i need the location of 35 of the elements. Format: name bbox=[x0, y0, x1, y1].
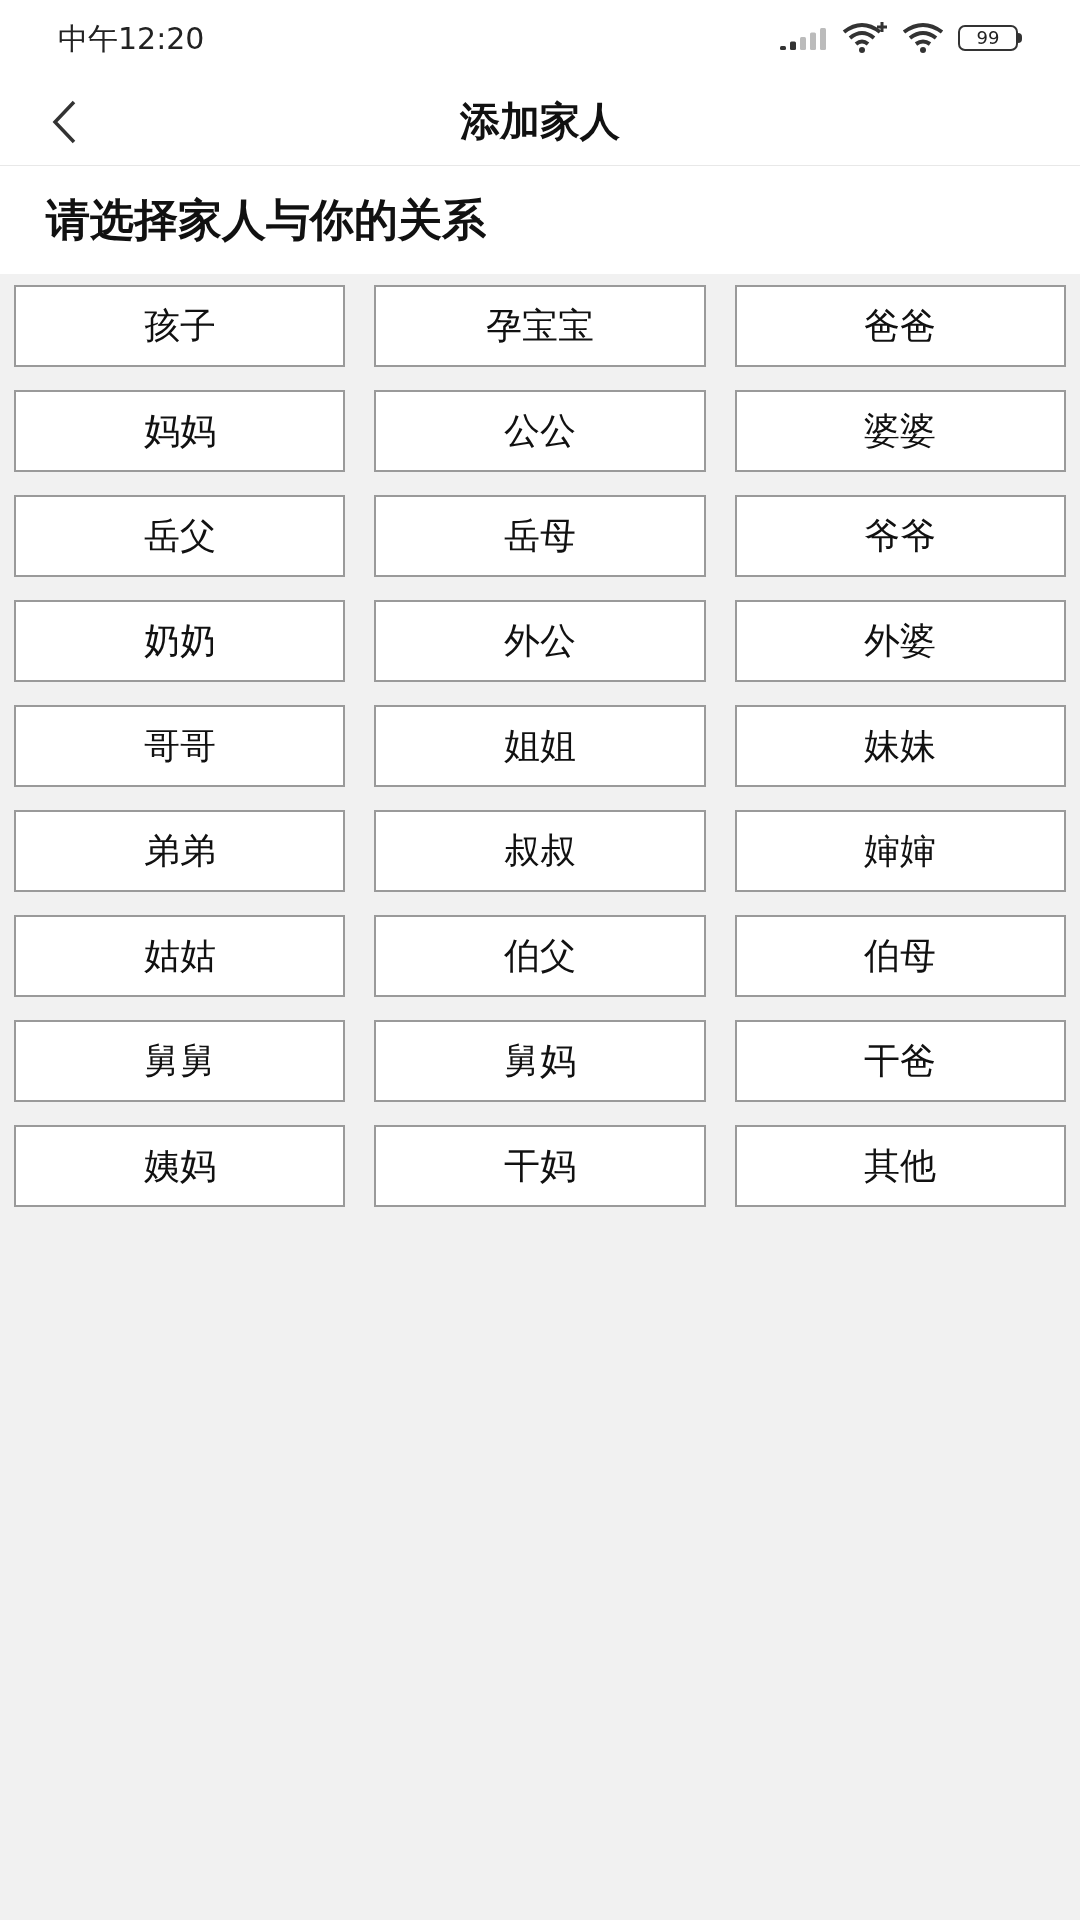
relation-option[interactable]: 妈妈 bbox=[14, 390, 346, 472]
signal-icon bbox=[780, 26, 828, 50]
relation-option[interactable]: 姨妈 bbox=[14, 1125, 346, 1207]
relation-option[interactable]: 孩子 bbox=[14, 285, 346, 367]
relation-option[interactable]: 爷爷 bbox=[734, 495, 1066, 577]
relation-option[interactable]: 外婆 bbox=[734, 600, 1066, 682]
relation-option[interactable]: 姑姑 bbox=[14, 915, 346, 997]
wifi-icon bbox=[842, 22, 888, 54]
back-icon bbox=[52, 100, 76, 144]
relation-option[interactable]: 奶奶 bbox=[14, 600, 346, 682]
relation-option[interactable]: 婆婆 bbox=[734, 390, 1066, 472]
relation-option[interactable]: 姐姐 bbox=[374, 705, 706, 787]
relation-option[interactable]: 舅妈 bbox=[374, 1020, 706, 1102]
relation-option[interactable]: 公公 bbox=[374, 390, 706, 472]
relation-option[interactable]: 干妈 bbox=[374, 1125, 706, 1207]
relation-option[interactable]: 岳母 bbox=[374, 495, 706, 577]
relation-option[interactable]: 干爸 bbox=[734, 1020, 1066, 1102]
relation-option[interactable]: 其他 bbox=[734, 1125, 1066, 1207]
relation-option[interactable]: 叔叔 bbox=[374, 810, 706, 892]
relation-option[interactable]: 外公 bbox=[374, 600, 706, 682]
relation-option[interactable]: 弟弟 bbox=[14, 810, 346, 892]
relation-option[interactable]: 孕宝宝 bbox=[374, 285, 706, 367]
relation-option[interactable]: 妹妹 bbox=[734, 705, 1066, 787]
relation-option[interactable]: 岳父 bbox=[14, 495, 346, 577]
page-title: 添加家人 bbox=[460, 96, 620, 146]
status-time: 中午12:20 bbox=[58, 19, 205, 58]
relation-option[interactable]: 伯父 bbox=[374, 915, 706, 997]
relation-option[interactable]: 伯母 bbox=[734, 915, 1066, 997]
relation-option[interactable]: 哥哥 bbox=[14, 705, 346, 787]
relation-option[interactable]: 爸爸 bbox=[734, 285, 1066, 367]
wifi-icon bbox=[902, 22, 944, 54]
battery-indicator: 99 bbox=[958, 25, 1022, 51]
relation-option[interactable]: 婶婶 bbox=[734, 810, 1066, 892]
relation-option[interactable]: 舅舅 bbox=[14, 1020, 346, 1102]
prompt-heading: 请选择家人与你的关系 bbox=[46, 193, 486, 247]
